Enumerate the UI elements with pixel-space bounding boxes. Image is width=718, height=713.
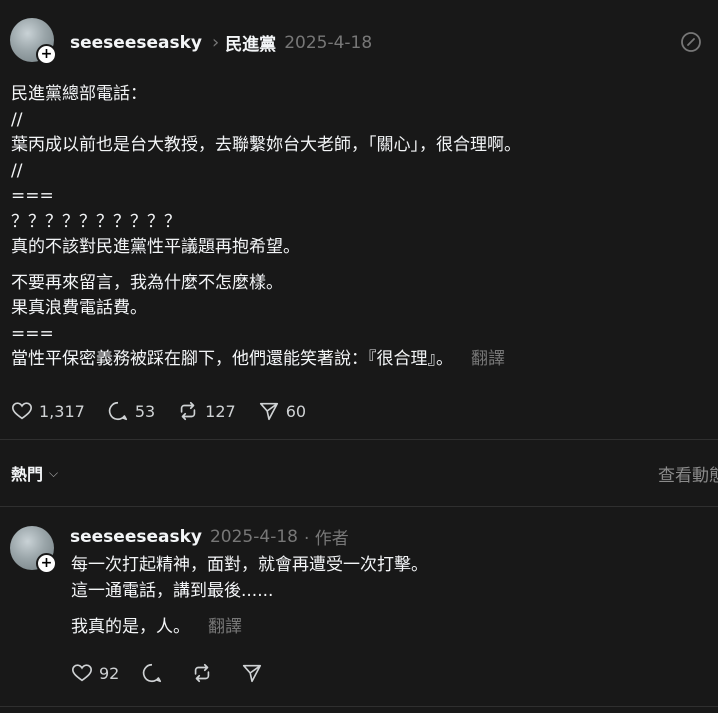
post-line: ？？？？？？？？？？ bbox=[11, 211, 181, 232]
repost-button[interactable] bbox=[191, 662, 219, 684]
post-body: 民進黨總部電話： // 葉丙成以前也是台大教授，去聯繫妳台大老師，「關心」，很合… bbox=[11, 82, 711, 373]
edit-icon[interactable] bbox=[680, 31, 702, 53]
reply-line: 每一次打起精神，面對，就會再遭受一次打擊。 bbox=[71, 555, 428, 575]
share-count: 60 bbox=[285, 401, 307, 421]
share-button[interactable] bbox=[241, 662, 269, 684]
heart-icon bbox=[72, 664, 92, 682]
send-icon bbox=[259, 402, 278, 421]
follow-plus-icon[interactable]: + bbox=[36, 44, 57, 65]
repost-count: 127 bbox=[205, 401, 236, 421]
post-topic[interactable]: 民進黨 bbox=[225, 30, 276, 55]
post-line: // bbox=[11, 109, 23, 130]
reply-username[interactable]: seeseeseasky bbox=[70, 527, 202, 547]
reply-date[interactable]: 2025-4-18 bbox=[210, 527, 298, 547]
post-line: 不要再來留言，我為什麼不怎麼樣。 bbox=[11, 272, 283, 293]
heart-icon bbox=[12, 402, 32, 420]
post-line: // bbox=[11, 160, 23, 181]
comment-button[interactable]: 53 bbox=[107, 400, 155, 422]
reply-line: 這一通電話，講到最後...... bbox=[71, 581, 274, 601]
divider bbox=[0, 506, 718, 507]
repost-icon bbox=[195, 663, 210, 683]
post-username[interactable]: seeseeseasky bbox=[70, 33, 202, 53]
view-activity-link[interactable]: 查看動態 bbox=[658, 461, 718, 486]
chevron-down-icon: ⌵ bbox=[49, 465, 59, 480]
like-button[interactable]: 1,317 bbox=[11, 400, 85, 422]
post-date[interactable]: 2025-4-18 bbox=[284, 33, 372, 53]
comment-icon bbox=[143, 663, 162, 683]
reply-line-last: 我真的是，人。 翻譯 bbox=[71, 614, 428, 640]
comment-count: 53 bbox=[134, 401, 156, 421]
translate-link[interactable]: 翻譯 bbox=[471, 349, 505, 369]
comment-button[interactable] bbox=[141, 662, 169, 684]
follow-plus-icon[interactable]: + bbox=[36, 553, 57, 574]
like-count: 92 bbox=[99, 663, 120, 683]
post-line-last: 當性平保密義務被踩在腳下，他們還能笑著說：『很合理』。 翻譯 bbox=[11, 347, 711, 373]
reply-line: 我真的是，人。 bbox=[71, 617, 190, 637]
share-button[interactable]: 60 bbox=[258, 400, 306, 422]
author-tag: · 作者 bbox=[303, 529, 349, 549]
post-line: 民進黨總部電話： bbox=[11, 84, 147, 104]
post-line: 當性平保密義務被踩在腳下，他們還能笑著說：『很合理』。 bbox=[11, 349, 453, 369]
post-line: 葉丙成以前也是台大教授，去聯繫妳台大老師，「關心」，很合理啊。 bbox=[11, 135, 521, 155]
post-line: 果真浪費電話費。 bbox=[11, 298, 147, 318]
sort-dropdown[interactable]: 熱門 ⌵ bbox=[11, 461, 58, 485]
repost-button[interactable]: 127 bbox=[177, 400, 236, 422]
repost-icon bbox=[180, 401, 196, 421]
reply-body: 每一次打起精神，面對，就會再遭受一次打擊。 這一通電話，講到最後...... 我… bbox=[71, 552, 428, 640]
like-count: 1,317 bbox=[39, 401, 85, 421]
post-line: === bbox=[11, 186, 54, 206]
translate-link[interactable]: 翻譯 bbox=[208, 617, 242, 637]
post-line: === bbox=[11, 323, 54, 344]
divider bbox=[0, 439, 718, 440]
sort-label: 熱門 bbox=[11, 465, 44, 484]
like-button[interactable]: 92 bbox=[71, 662, 119, 684]
comment-icon bbox=[108, 401, 127, 421]
chevron-right-icon: › bbox=[211, 32, 220, 53]
send-icon bbox=[243, 664, 262, 683]
divider bbox=[0, 706, 718, 707]
post-line: 真的不該對民進黨性平議題再抱希望。 bbox=[11, 237, 300, 257]
